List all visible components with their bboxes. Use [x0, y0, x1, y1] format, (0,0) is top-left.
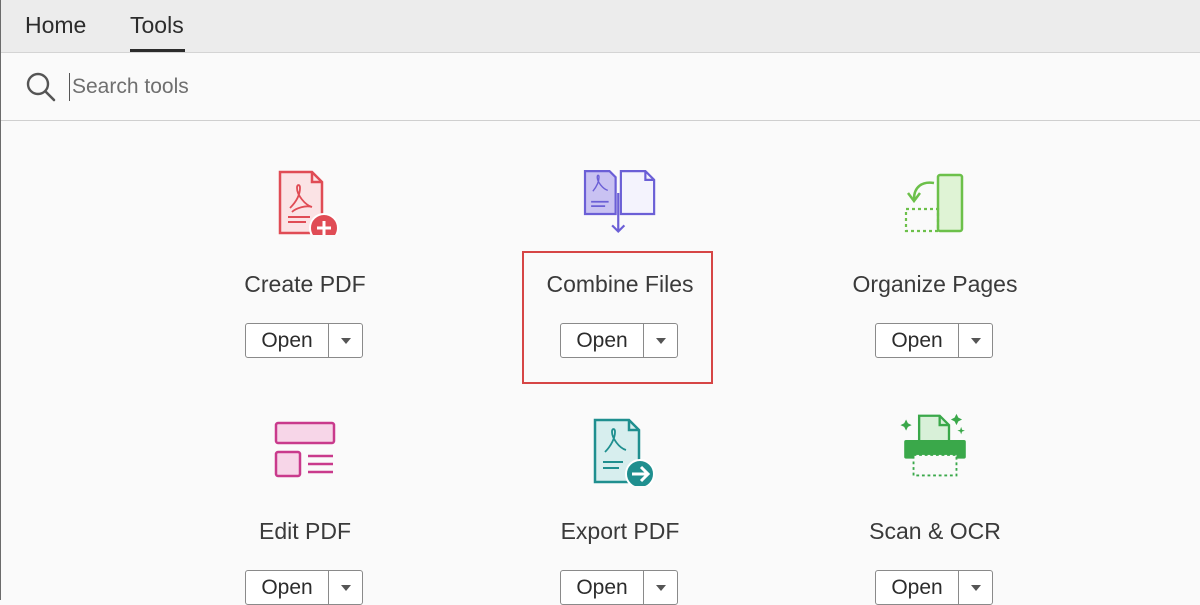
organize-pages-icon [904, 173, 964, 233]
tool-label: Export PDF [560, 518, 680, 544]
tool-card-create-pdf: Create PDF Open [155, 165, 455, 365]
tool-card-organize-pages: Organize Pages Open [785, 165, 1085, 365]
open-menu-button[interactable] [959, 571, 992, 604]
open-button[interactable]: Open [246, 571, 329, 604]
tool-card-export-pdf: Export PDF Open [470, 412, 770, 605]
tool-label: Edit PDF [258, 518, 352, 544]
search-icon[interactable] [25, 71, 57, 103]
open-split-button: Open [245, 323, 363, 358]
open-button[interactable]: Open [561, 571, 644, 604]
highlight-box [522, 251, 713, 384]
open-split-button: Open [875, 323, 993, 358]
chevron-down-icon [340, 584, 351, 591]
chevron-down-icon [970, 337, 981, 344]
tool-card-edit-pdf: Edit PDF Open [155, 412, 455, 605]
search-input[interactable] [69, 73, 672, 101]
tab-bar: Home Tools [1, 0, 1200, 53]
chevron-down-icon [655, 584, 666, 591]
open-button[interactable]: Open [246, 324, 329, 357]
chevron-down-icon [340, 337, 351, 344]
tool-label: Scan & OCR [869, 518, 1001, 544]
tool-label: Create PDF [244, 271, 366, 297]
open-button[interactable]: Open [876, 324, 959, 357]
open-menu-button[interactable] [959, 324, 992, 357]
tool-label: Organize Pages [852, 271, 1018, 297]
combine-files-icon [583, 170, 656, 234]
tool-card-scan-ocr: Scan & OCR Open [785, 412, 1085, 605]
active-tab-indicator [130, 49, 185, 52]
tab-tools[interactable]: Tools [130, 12, 184, 39]
open-menu-button[interactable] [644, 571, 677, 604]
export-pdf-icon [593, 418, 655, 486]
open-button[interactable]: Open [876, 571, 959, 604]
tab-home[interactable]: Home [25, 12, 86, 39]
open-menu-button[interactable] [329, 571, 362, 604]
scan-ocr-icon [900, 413, 966, 477]
open-menu-button[interactable] [329, 324, 362, 357]
edit-pdf-icon [274, 421, 336, 478]
app-window: Home Tools Create PDF Open [0, 0, 1200, 605]
search-bar [1, 54, 1200, 121]
create-pdf-icon [278, 170, 339, 235]
chevron-down-icon [970, 584, 981, 591]
